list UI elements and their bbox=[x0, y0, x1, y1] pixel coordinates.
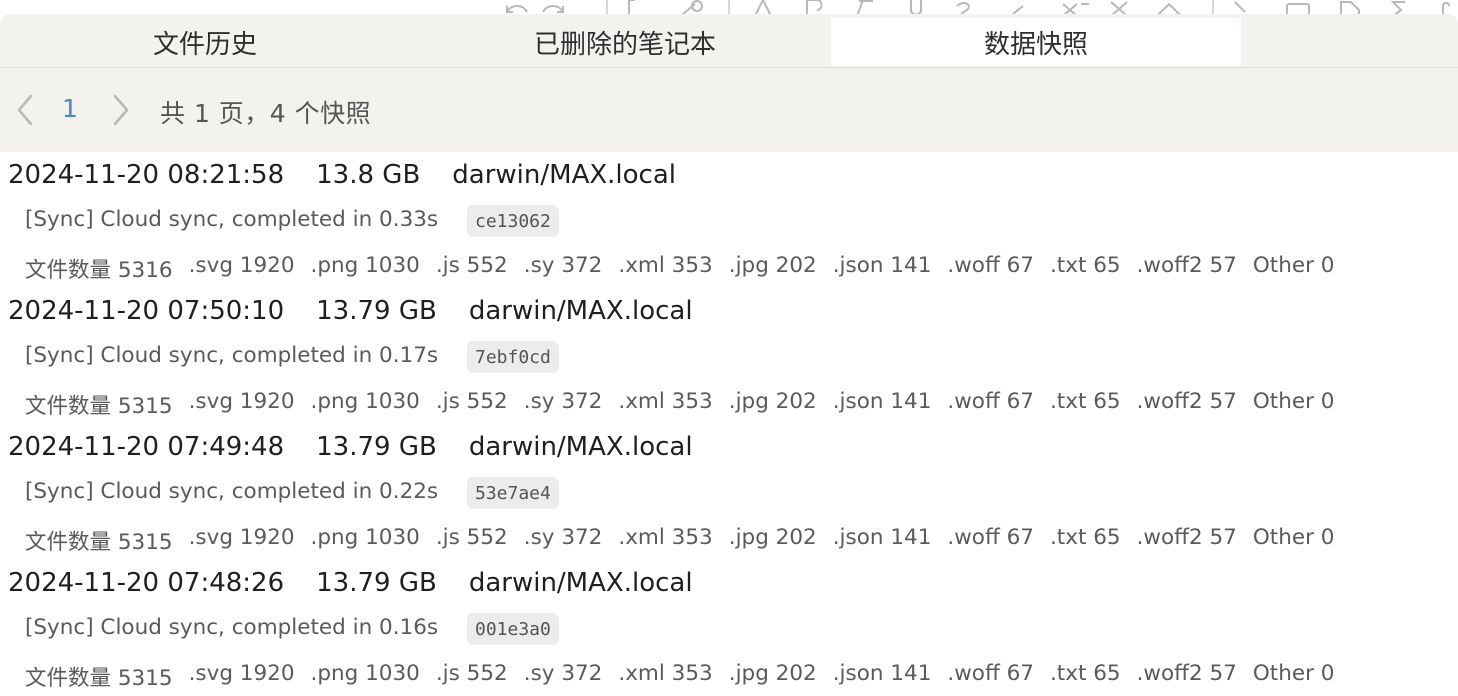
snapshot-device: darwin/MAX.local bbox=[468, 296, 693, 326]
snapshot-device: darwin/MAX.local bbox=[468, 568, 693, 598]
tab-file-history[interactable]: 文件历史 bbox=[0, 18, 410, 66]
stat-svg: .svg 1920 bbox=[188, 389, 295, 414]
snapshot-hash-badge[interactable]: ce13062 bbox=[467, 205, 559, 237]
snapshot-message: [Sync] Cloud sync, completed in 0.16s bbox=[25, 615, 439, 640]
stat-jpg: .jpg 202 bbox=[728, 525, 817, 550]
stat-other: Other 0 bbox=[1252, 389, 1335, 414]
chevron-left-icon bbox=[17, 94, 33, 126]
stat-svg: .svg 1920 bbox=[188, 661, 295, 686]
stat-woff: .woff 67 bbox=[947, 389, 1034, 414]
snapshot-header: 2024-11-20 07:50:10 13.79 GB darwin/MAX.… bbox=[8, 296, 693, 326]
pagination-summary: 共 1 页，4 个快照 bbox=[160, 99, 372, 128]
stat-sy: .sy 372 bbox=[523, 661, 603, 686]
stat-json: .json 141 bbox=[832, 525, 932, 550]
stat-svg: .svg 1920 bbox=[188, 253, 295, 278]
stat-svg: .svg 1920 bbox=[188, 525, 295, 550]
stat-woff2: .woff2 57 bbox=[1136, 253, 1237, 278]
stat-woff: .woff 67 bbox=[947, 525, 1034, 550]
stat-png: .png 1030 bbox=[310, 253, 420, 278]
snapshot-size: 13.79 GB bbox=[316, 568, 437, 598]
pagination-bar: 1 共 1 页，4 个快照 bbox=[0, 68, 1458, 152]
snapshot-header: 2024-11-20 07:48:26 13.79 GB darwin/MAX.… bbox=[8, 568, 693, 598]
stat-file-count: 文件数量 5316 bbox=[25, 258, 173, 283]
snapshot-file-stats: 文件数量 5315 .svg 1920 .png 1030 .js 552 .s… bbox=[25, 525, 1334, 556]
snapshot-item[interactable]: 2024-11-20 07:48:26 13.79 GB darwin/MAX.… bbox=[0, 560, 1458, 696]
stat-js: .js 552 bbox=[435, 661, 508, 686]
stat-other: Other 0 bbox=[1252, 661, 1335, 686]
snapshot-item[interactable]: 2024-11-20 07:49:48 13.79 GB darwin/MAX.… bbox=[0, 424, 1458, 560]
snapshot-file-stats: 文件数量 5315 .svg 1920 .png 1030 .js 552 .s… bbox=[25, 389, 1334, 420]
stat-other: Other 0 bbox=[1252, 525, 1335, 550]
snapshot-item[interactable]: 2024-11-20 08:21:58 13.8 GB darwin/MAX.l… bbox=[0, 152, 1458, 288]
stat-jpg: .jpg 202 bbox=[728, 661, 817, 686]
stat-sy: .sy 372 bbox=[523, 253, 603, 278]
snapshot-hash-badge[interactable]: 7ebf0cd bbox=[467, 341, 559, 373]
snapshot-time: 2024-11-20 08:21:58 bbox=[8, 160, 285, 190]
stat-jpg: .jpg 202 bbox=[728, 253, 817, 278]
previous-page-button[interactable] bbox=[10, 92, 40, 128]
tab-data-snapshots[interactable]: 数据快照 bbox=[831, 18, 1241, 66]
snapshot-hash-badge[interactable]: 53e7ae4 bbox=[467, 477, 559, 509]
stat-txt: .txt 65 bbox=[1049, 253, 1121, 278]
snapshot-hash-badge[interactable]: 001e3a0 bbox=[467, 613, 559, 645]
stat-txt: .txt 65 bbox=[1049, 661, 1121, 686]
snapshot-size: 13.79 GB bbox=[316, 296, 437, 326]
snapshot-header: 2024-11-20 08:21:58 13.8 GB darwin/MAX.l… bbox=[8, 160, 676, 190]
snapshot-size: 13.79 GB bbox=[316, 432, 437, 462]
stat-woff2: .woff2 57 bbox=[1136, 661, 1237, 686]
stat-other: Other 0 bbox=[1252, 253, 1335, 278]
snapshot-file-stats: 文件数量 5315 .svg 1920 .png 1030 .js 552 .s… bbox=[25, 661, 1334, 692]
history-dialog: 文件历史 已删除的笔记本 数据快照 1 共 1 页，4 个快照 2024-11-… bbox=[0, 0, 1458, 696]
stat-woff2: .woff2 57 bbox=[1136, 389, 1237, 414]
stat-woff: .woff 67 bbox=[947, 661, 1034, 686]
snapshot-time: 2024-11-20 07:48:26 bbox=[8, 568, 285, 598]
stat-file-count: 文件数量 5315 bbox=[25, 530, 173, 555]
stat-file-count: 文件数量 5315 bbox=[25, 394, 173, 419]
stat-xml: .xml 353 bbox=[618, 389, 713, 414]
next-page-button[interactable] bbox=[106, 92, 136, 128]
stat-jpg: .jpg 202 bbox=[728, 389, 817, 414]
snapshot-header: 2024-11-20 07:49:48 13.79 GB darwin/MAX.… bbox=[8, 432, 693, 462]
stat-js: .js 552 bbox=[435, 389, 508, 414]
stat-js: .js 552 bbox=[435, 253, 508, 278]
stat-sy: .sy 372 bbox=[523, 389, 603, 414]
snapshot-device: darwin/MAX.local bbox=[468, 432, 693, 462]
snapshot-file-stats: 文件数量 5316 .svg 1920 .png 1030 .js 552 .s… bbox=[25, 253, 1334, 284]
stat-xml: .xml 353 bbox=[618, 253, 713, 278]
stat-json: .json 141 bbox=[832, 389, 932, 414]
snapshot-size: 13.8 GB bbox=[316, 160, 421, 190]
snapshot-message: [Sync] Cloud sync, completed in 0.17s bbox=[25, 343, 439, 368]
stat-file-count: 文件数量 5315 bbox=[25, 666, 173, 691]
stat-txt: .txt 65 bbox=[1049, 389, 1121, 414]
tab-deleted-notebooks[interactable]: 已删除的笔记本 bbox=[420, 18, 830, 66]
stat-png: .png 1030 bbox=[310, 389, 420, 414]
stat-woff: .woff 67 bbox=[947, 253, 1034, 278]
stat-woff2: .woff2 57 bbox=[1136, 525, 1237, 550]
snapshot-list: 2024-11-20 08:21:58 13.8 GB darwin/MAX.l… bbox=[0, 152, 1458, 696]
stat-xml: .xml 353 bbox=[618, 661, 713, 686]
snapshot-message: [Sync] Cloud sync, completed in 0.22s bbox=[25, 479, 439, 504]
snapshot-message: [Sync] Cloud sync, completed in 0.33s bbox=[25, 207, 439, 232]
stat-png: .png 1030 bbox=[310, 661, 420, 686]
stat-json: .json 141 bbox=[832, 253, 932, 278]
snapshot-device: darwin/MAX.local bbox=[452, 160, 677, 190]
current-page-number[interactable]: 1 bbox=[62, 94, 78, 123]
stat-png: .png 1030 bbox=[310, 525, 420, 550]
stat-txt: .txt 65 bbox=[1049, 525, 1121, 550]
snapshot-time: 2024-11-20 07:50:10 bbox=[8, 296, 285, 326]
snapshot-item[interactable]: 2024-11-20 07:50:10 13.79 GB darwin/MAX.… bbox=[0, 288, 1458, 424]
tab-bar: 文件历史 已删除的笔记本 数据快照 bbox=[0, 14, 1458, 68]
chevron-right-icon bbox=[113, 94, 129, 126]
stat-sy: .sy 372 bbox=[523, 525, 603, 550]
stat-js: .js 552 bbox=[435, 525, 508, 550]
stat-xml: .xml 353 bbox=[618, 525, 713, 550]
stat-json: .json 141 bbox=[832, 661, 932, 686]
snapshot-time: 2024-11-20 07:49:48 bbox=[8, 432, 285, 462]
